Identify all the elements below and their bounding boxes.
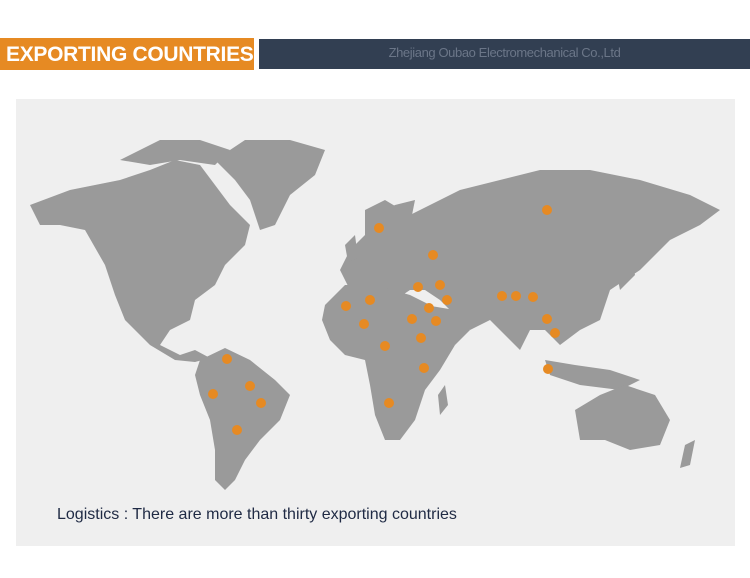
export-marker — [413, 282, 423, 292]
caption: Logistics : There are more than thirty e… — [57, 506, 457, 523]
export-marker — [431, 316, 441, 326]
export-marker — [384, 398, 394, 408]
export-marker — [442, 295, 452, 305]
export-marker — [365, 295, 375, 305]
madagascar — [438, 385, 448, 415]
australia — [575, 385, 670, 450]
north-america — [30, 160, 250, 362]
export-marker — [232, 425, 242, 435]
export-marker — [542, 205, 552, 215]
export-marker — [208, 389, 218, 399]
south-america — [195, 348, 290, 490]
export-marker — [543, 364, 553, 374]
export-marker — [511, 291, 521, 301]
export-marker — [542, 314, 552, 324]
company-banner: Zhejiang Oubao Electromechanical Co.,Ltd — [259, 39, 750, 69]
section-title: EXPORTING COUNTRIES — [0, 38, 254, 70]
company-name: Zhejiang Oubao Electromechanical Co.,Ltd — [388, 45, 621, 60]
export-marker — [374, 223, 384, 233]
export-marker — [497, 291, 507, 301]
world-map — [16, 99, 735, 546]
export-marker — [380, 341, 390, 351]
export-marker — [245, 381, 255, 391]
export-marker — [528, 292, 538, 302]
export-marker — [256, 398, 266, 408]
export-marker — [416, 333, 426, 343]
export-marker — [419, 363, 429, 373]
export-marker — [222, 354, 232, 364]
continents — [30, 140, 720, 490]
export-marker — [407, 314, 417, 324]
export-marker — [435, 280, 445, 290]
new-zealand — [680, 440, 695, 468]
export-marker — [341, 301, 351, 311]
world-map-graphic — [30, 140, 720, 490]
export-marker — [424, 303, 434, 313]
export-marker — [428, 250, 438, 260]
export-marker — [550, 328, 560, 338]
export-marker — [359, 319, 369, 329]
